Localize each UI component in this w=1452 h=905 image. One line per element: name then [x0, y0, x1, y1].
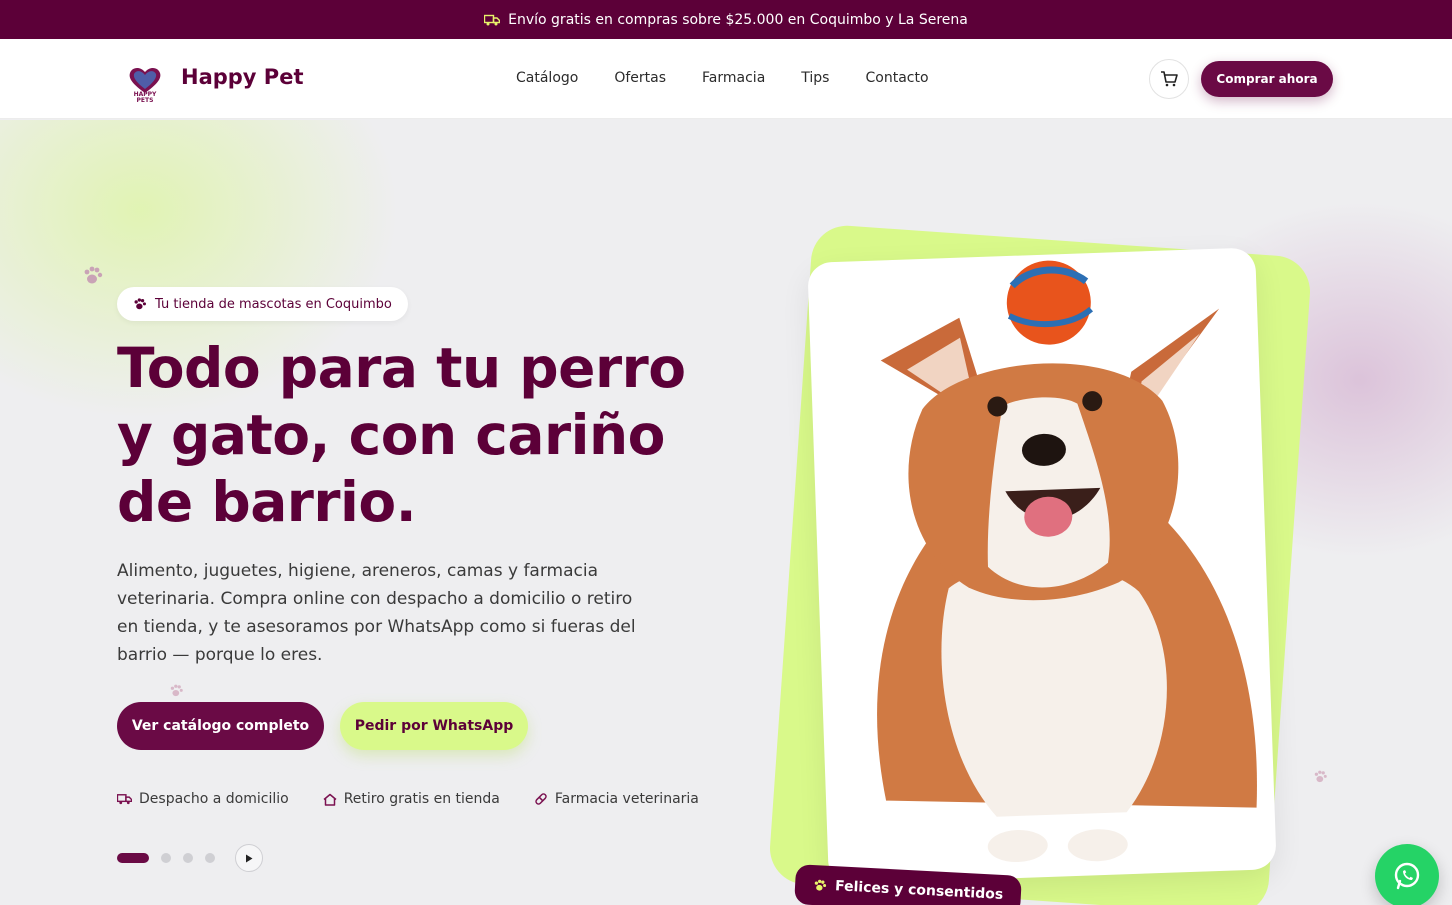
- slide-dot[interactable]: [205, 853, 215, 863]
- play-button[interactable]: [235, 844, 263, 872]
- brand-name[interactable]: Happy Pet: [181, 65, 303, 89]
- hero-section: Tu tienda de mascotas en Coquimbo Todo p…: [0, 120, 1452, 905]
- play-icon: [246, 854, 253, 862]
- pill-icon: [535, 793, 547, 805]
- svg-text:PETS: PETS: [137, 97, 154, 103]
- image-caption-label: Felices y consentidos: [834, 878, 1004, 903]
- main-nav: Catálogo Ofertas Farmacia Tips Contacto: [516, 70, 929, 86]
- hero-image-card: [807, 247, 1277, 885]
- nav-item-ofertas[interactable]: Ofertas: [614, 70, 666, 86]
- slide-dot[interactable]: [117, 853, 149, 863]
- paw-icon: [82, 266, 104, 291]
- nav-item-tips[interactable]: Tips: [801, 70, 829, 86]
- logo[interactable]: HAPPY PETS: [126, 63, 164, 103]
- feature-list: Despacho a domicilio Retiro gratis en ti…: [117, 791, 699, 807]
- feature-delivery: Despacho a domicilio: [117, 791, 289, 807]
- nav-item-farmacia[interactable]: Farmacia: [702, 70, 765, 86]
- slide-dot[interactable]: [183, 853, 193, 863]
- cart-button[interactable]: [1149, 59, 1189, 99]
- feature-pickup: Retiro gratis en tienda: [323, 791, 500, 807]
- slider-pagination: [117, 844, 263, 872]
- truck-icon: [484, 14, 501, 25]
- view-catalog-button[interactable]: Ver catálogo completo: [117, 702, 324, 750]
- whatsapp-icon: [1394, 862, 1420, 890]
- announcement-bar: Envío gratis en compras sobre $25.000 en…: [0, 0, 1452, 39]
- nav-item-catalogo[interactable]: Catálogo: [516, 70, 578, 86]
- paw-icon: [1313, 770, 1328, 788]
- hero-badge: Tu tienda de mascotas en Coquimbo: [117, 287, 408, 321]
- feature-label: Farmacia veterinaria: [554, 791, 699, 807]
- cart-icon: [1161, 71, 1178, 87]
- paw-icon: [169, 684, 184, 702]
- whatsapp-float-button[interactable]: [1375, 844, 1439, 905]
- hero-badge-label: Tu tienda de mascotas en Coquimbo: [155, 296, 392, 312]
- buy-now-button[interactable]: Comprar ahora: [1201, 61, 1333, 97]
- feature-label: Retiro gratis en tienda: [343, 791, 500, 807]
- nav-item-contacto[interactable]: Contacto: [865, 70, 928, 86]
- hero-description: Alimento, juguetes, higiene, areneros, c…: [117, 561, 636, 665]
- feature-label: Despacho a domicilio: [139, 791, 289, 807]
- paw-icon: [134, 297, 146, 309]
- site-header: HAPPY PETS Happy Pet Catálogo Ofertas Fa…: [0, 39, 1452, 119]
- slide-dot[interactable]: [161, 853, 171, 863]
- hero-headline: Todo para tu perro y gato, con cariño de…: [117, 336, 686, 534]
- announcement-text: Envío gratis en compras sobre $25.000 en…: [508, 11, 968, 28]
- home-icon: [323, 793, 337, 806]
- feature-pharmacy: Farmacia veterinaria: [534, 791, 699, 807]
- paw-icon: [814, 879, 827, 891]
- dog-image: [877, 260, 1257, 863]
- order-whatsapp-button[interactable]: Pedir por WhatsApp: [340, 702, 528, 750]
- truck-icon: [117, 794, 132, 805]
